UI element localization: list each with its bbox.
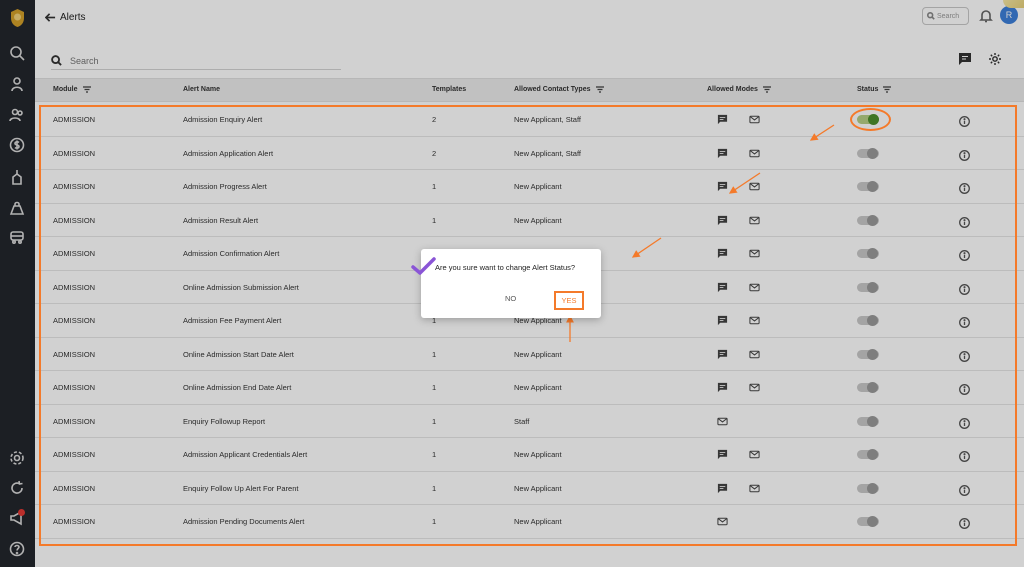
- checkmark-icon: [411, 257, 436, 275]
- annotation-circle: [850, 108, 891, 131]
- yes-button[interactable]: YES: [554, 291, 584, 310]
- confirm-dialog: Are you sure want to change Alert Status…: [421, 249, 601, 318]
- dialog-message: Are you sure want to change Alert Status…: [435, 263, 576, 272]
- no-button[interactable]: NO: [505, 294, 516, 303]
- annotation-highlight-box: [39, 105, 1017, 546]
